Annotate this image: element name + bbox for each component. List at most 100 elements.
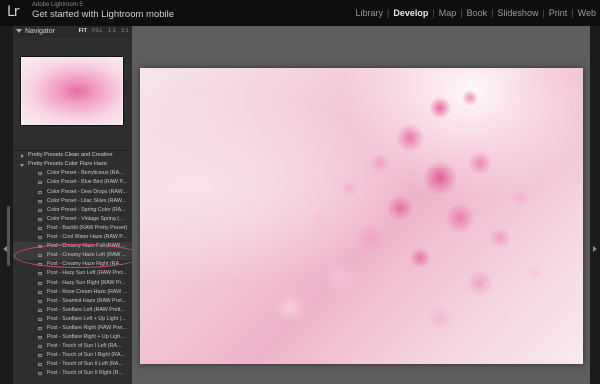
preset-icon [38, 299, 42, 303]
preset-item[interactable]: Post - Touch of Sun II Left (RA... [13, 360, 132, 369]
preset-label: Post - Touch of Sun I Right (RA... [47, 352, 125, 359]
zoom-1-1[interactable]: 1:1 [108, 28, 116, 34]
preset-item[interactable]: Post - Seamist Haze (RAW Pret... [13, 297, 132, 306]
zoom-3-1[interactable]: 3:1 [121, 28, 129, 34]
blossom-shape [528, 266, 542, 280]
preset-label: Post - Backlit (RAW Pretty Preset) [47, 224, 128, 231]
preset-item[interactable]: Post - Touch of Sun I Left (RA... [13, 342, 132, 351]
highlight-annotation [14, 244, 142, 268]
navigator-preview[interactable] [20, 56, 124, 126]
preset-icon [38, 317, 42, 321]
image-canvas [132, 26, 590, 384]
preset-label: Post - Touch of Sun II Left (RA... [47, 361, 123, 368]
identity-text[interactable]: Get started with Lightroom mobile [32, 9, 174, 20]
preset-icon [38, 272, 42, 276]
preset-item[interactable]: Color Preset - Dew Drops (RAW... [13, 188, 132, 197]
blossom-shape [423, 161, 457, 195]
blossom-shape [370, 153, 390, 173]
preset-label: Post - Sunflare Left + Up Light (... [47, 315, 126, 322]
module-separator: | [460, 8, 463, 18]
preset-item[interactable]: Color Preset - Lilac Skies (RAW... [13, 197, 132, 206]
blossom-shape [489, 227, 511, 249]
preset-item[interactable]: Post - Touch of Sun I Right (RA... [13, 351, 132, 360]
module-develop[interactable]: Develop [393, 8, 428, 18]
right-panel-edge[interactable] [590, 26, 600, 384]
blossom-shape [410, 248, 430, 268]
module-map[interactable]: Map [439, 8, 457, 18]
expand-right-icon[interactable] [593, 246, 597, 252]
preset-item[interactable]: Color Preset - Spring Color (RA... [13, 206, 132, 215]
preset-icon [38, 326, 42, 330]
photo-preview[interactable] [140, 68, 583, 364]
preset-folder[interactable]: Pretty Presets Clean and Creative [13, 151, 132, 160]
left-panel-edge[interactable] [0, 26, 13, 384]
preset-icon [38, 181, 42, 185]
preset-icon [38, 336, 42, 340]
preset-label: Post - Seamist Haze (RAW Pret... [47, 297, 127, 304]
blossom-shape [429, 97, 451, 119]
preset-folder[interactable]: Pretty Presets Color Flare Haze [13, 160, 132, 169]
module-web[interactable]: Web [578, 8, 596, 18]
preset-item[interactable]: Color Preset - Vintage Spring (... [13, 215, 132, 224]
preset-item[interactable]: Post - Sunflare Left + Up Light (... [13, 315, 132, 324]
module-library[interactable]: Library [355, 8, 383, 18]
lightroom-logo: Lr [7, 4, 20, 20]
blossom-shape [341, 179, 359, 197]
zoom-fill[interactable]: FILL [92, 28, 103, 34]
blossom-shape [387, 195, 413, 221]
blossom-shape [275, 293, 305, 323]
preset-icon [38, 308, 42, 312]
module-separator: | [491, 8, 494, 18]
blossom-shape [445, 203, 475, 233]
module-picker: Library | Develop | Map | Book | Slideshow | Print… [355, 8, 596, 18]
blossom-shape [467, 270, 493, 296]
module-book[interactable]: Book [467, 8, 488, 18]
preset-item[interactable]: Post - Sunflare Left (RAW Prett... [13, 306, 132, 315]
presets-scrollbar[interactable] [7, 206, 10, 266]
preset-icon [38, 199, 42, 203]
preset-item[interactable]: Post - Sunflare Right (RAW Pret... [13, 324, 132, 333]
blossom-shape [355, 223, 385, 253]
preset-label: Color Preset - Blue Bird (RAW P... [47, 179, 127, 186]
preset-item[interactable]: Post - Backlit (RAW Pretty Preset) [13, 224, 132, 233]
preset-item[interactable]: Color Preset - Blue Bird (RAW P... [13, 178, 132, 187]
preset-icon [38, 345, 42, 349]
module-separator: | [432, 8, 435, 18]
preset-label: Post - Cool Water Haze (RAW P... [47, 234, 127, 241]
preset-item[interactable]: Post - Touch of Sun II Right (R... [13, 369, 132, 378]
module-print[interactable]: Print [549, 8, 568, 18]
preset-icon [38, 363, 42, 367]
folder-closed-icon[interactable] [21, 154, 24, 158]
module-separator: | [387, 8, 390, 18]
preset-label: Post - Hazy Sun Right (RAW Pr... [47, 279, 126, 286]
navigator-view-frame[interactable] [21, 57, 123, 125]
preset-label: Color Preset - Dew Drops (RAW... [47, 188, 127, 195]
preset-icon [38, 172, 42, 176]
preset-item[interactable]: Post - Hazy Sun Left (RAW Pret... [13, 269, 132, 278]
collapse-triangle-icon[interactable] [16, 29, 22, 33]
preset-item[interactable]: Color Preset - Berrylicious (RA... [13, 169, 132, 178]
folder-open-icon[interactable] [20, 164, 24, 168]
blossom-shape [428, 306, 452, 330]
preset-item[interactable]: Post - Sunflare Right + Up Ligh... [13, 333, 132, 342]
blossom-shape [312, 210, 328, 226]
preset-icon [38, 290, 42, 294]
preset-item[interactable]: Post - Cool Water Haze (RAW P... [13, 233, 132, 242]
preset-item[interactable]: Post - Rose Cream Haze (RAW ... [13, 288, 132, 297]
app-name: Adobe Lightroom 5 [32, 2, 83, 8]
preset-label: Post - Touch of Sun II Right (R... [47, 370, 123, 377]
preset-icon [38, 354, 42, 358]
blossom-shape [468, 151, 492, 175]
preset-label: Post - Sunflare Right (RAW Pret... [47, 324, 127, 331]
preset-icon [38, 372, 42, 376]
preset-icon [38, 217, 42, 221]
zoom-fit[interactable]: FIT [79, 28, 87, 34]
navigator-header[interactable]: Navigator FIT FILL 1:1 3:1 [13, 26, 132, 38]
preset-label: Post - Sunflare Right + Up Ligh... [47, 334, 125, 341]
identity-plate: Adobe Lightroom 5 Get started with Light… [32, 2, 174, 20]
preset-item[interactable]: Post - Hazy Sun Right (RAW Pr... [13, 279, 132, 288]
module-slideshow[interactable]: Slideshow [497, 8, 538, 18]
preset-label: Post - Hazy Sun Left (RAW Pret... [47, 270, 127, 277]
preset-label: Color Preset - Vintage Spring (... [47, 215, 124, 222]
blossom-shape [396, 124, 424, 152]
